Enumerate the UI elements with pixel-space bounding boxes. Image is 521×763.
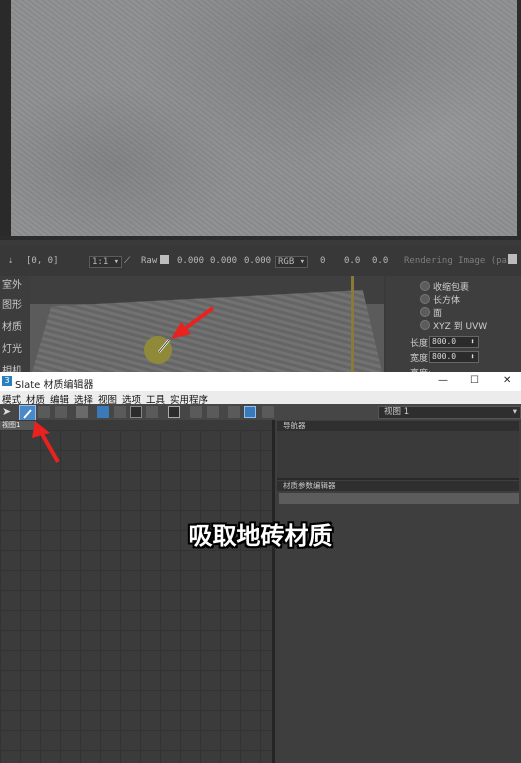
pin-icon[interactable]: ⇣: [8, 256, 13, 266]
navigator-view[interactable]: [277, 431, 519, 480]
move-children-icon[interactable]: [97, 406, 109, 418]
radio-label-box: 长方体: [433, 296, 461, 306]
right-pane: 导航器 材质参数编辑器: [275, 420, 521, 763]
value-3: 0.000: [244, 256, 272, 266]
texture-preview-image: [11, 0, 517, 236]
app-icon: 3: [2, 376, 12, 386]
toolbar: ➤ 视图 1 ▾: [0, 404, 521, 421]
label-material[interactable]: 材质: [2, 318, 22, 333]
video-caption: 吸取地砖材质: [188, 522, 333, 550]
mapping-rollout: 收缩包裹 长方体 面 XYZ 到 UVW 长度: 800.0 ⬍ 宽度: 800.…: [386, 276, 521, 379]
radio-shrink-wrap[interactable]: [420, 281, 430, 291]
curve-icon[interactable]: ⟋: [124, 256, 130, 266]
coord-readout: [0, 0]: [26, 256, 59, 266]
material-browser-icon[interactable]: [244, 406, 256, 418]
select-arrow-icon[interactable]: ➤: [2, 406, 14, 418]
navigator-header: 导航器: [277, 421, 519, 431]
layout-children-icon[interactable]: [207, 406, 219, 418]
radio-face[interactable]: [420, 307, 430, 317]
viewport-annotation: [158, 306, 215, 353]
assign-to-selection-icon[interactable]: [55, 406, 67, 418]
left-panel-labels: 室外 图形 材质 灯光 相机: [0, 276, 30, 377]
slate-window-titlebar: 3 Slate 材质编辑器 — ☐ ✕: [0, 372, 521, 391]
raw-label: Raw: [141, 256, 158, 266]
red-arrow-icon: [32, 421, 60, 463]
menu-icon[interactable]: [508, 254, 517, 264]
zoom-dropdown[interactable]: 1:1 ▾: [89, 256, 123, 268]
put-to-scene-icon[interactable]: [38, 406, 50, 418]
node-graph-canvas[interactable]: [0, 430, 272, 763]
layout-all-icon[interactable]: [190, 406, 202, 418]
value-5: 0.0: [344, 256, 361, 266]
radio-label-shrink-wrap: 收缩包裹: [433, 283, 470, 293]
param-editor-field[interactable]: [279, 493, 519, 504]
value-4: 0: [320, 256, 326, 266]
parameter-editor-icon[interactable]: [228, 406, 240, 418]
raw-swatch[interactable]: [160, 255, 169, 264]
radio-box[interactable]: [420, 294, 430, 304]
radio-xyz-uvw[interactable]: [420, 320, 430, 330]
view-dropdown[interactable]: 视图 1 ▾: [378, 406, 521, 419]
hide-unused-icon[interactable]: [114, 406, 126, 418]
value-2: 0.000: [210, 256, 238, 266]
radio-label-xyz-uvw: XYZ 到 UVW: [433, 322, 488, 332]
delete-icon[interactable]: [76, 406, 88, 418]
preview-left-strip: [0, 0, 11, 236]
minimize-button[interactable]: —: [438, 375, 448, 386]
material-id-icon[interactable]: [168, 406, 180, 418]
dropdown-chevron-icon: ▾: [512, 407, 517, 417]
width-spinner[interactable]: 800.0 ⬍: [429, 351, 479, 363]
render-status-label: Rendering Image (pass: [404, 256, 518, 266]
length-label: 长度:: [410, 339, 432, 349]
show-map-icon[interactable]: [130, 406, 142, 418]
viewport-border: [351, 276, 354, 372]
label-outdoor[interactable]: 室外: [2, 276, 22, 291]
maximize-button[interactable]: ☐: [470, 375, 479, 386]
toolbar-annotation: [32, 421, 60, 463]
width-label: 宽度:: [410, 354, 432, 364]
value-6: 0.0: [372, 256, 389, 266]
window-title: Slate 材质编辑器: [15, 380, 94, 391]
length-spinner[interactable]: 800.0 ⬍: [429, 336, 479, 348]
value-1: 0.000: [177, 256, 205, 266]
render-info-bar: ⇣ [0, 0] 1:1 ▾ ⟋ Raw 0.000 0.000 0.000 R…: [0, 246, 521, 276]
select-by-material-icon[interactable]: [262, 406, 274, 418]
show-background-icon[interactable]: [146, 406, 158, 418]
radio-label-face: 面: [433, 309, 443, 319]
param-editor-header: 材质参数编辑器: [277, 481, 519, 491]
label-light[interactable]: 灯光: [2, 340, 22, 355]
close-button[interactable]: ✕: [503, 375, 511, 386]
label-shape[interactable]: 图形: [2, 296, 22, 311]
red-arrow-icon: [171, 306, 215, 339]
eyedropper-cursor-icon: [158, 339, 170, 353]
menu-bar: 模式 材质 编辑 选择 视图 选项 工具 实用程序: [0, 391, 521, 406]
color-mode-dropdown[interactable]: RGB ▾: [275, 256, 309, 268]
